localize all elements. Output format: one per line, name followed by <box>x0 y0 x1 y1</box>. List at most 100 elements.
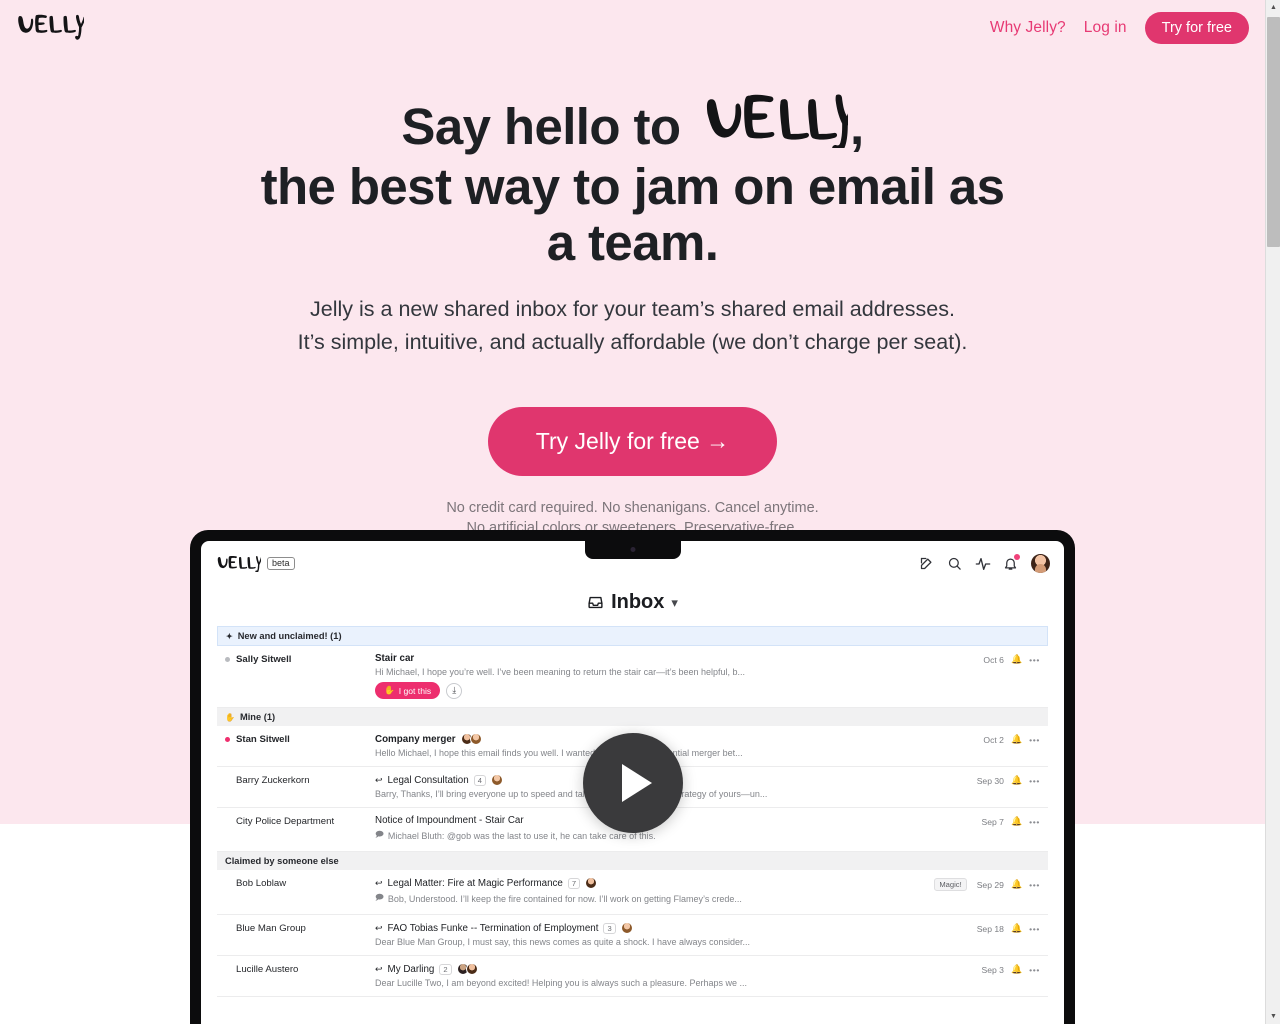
email-row[interactable]: Blue Man Group ↩ FAO Tobias Funke -- Termi… <box>217 915 1048 956</box>
more-options-icon[interactable]: ••• <box>1029 965 1040 975</box>
email-meta: Sep 7 🔔 ••• <box>981 815 1040 827</box>
label-tag[interactable]: Magic! <box>934 878 967 891</box>
email-sender: Blue Man Group <box>225 922 375 934</box>
email-subject-line: Stair car <box>375 653 983 664</box>
avatar <box>585 877 598 889</box>
bell-icon[interactable]: 🔔 <box>1011 923 1022 934</box>
email-subject: Legal Consultation <box>387 774 469 786</box>
hero-subtitle: Jelly is a new shared inbox for your tea… <box>0 293 1265 359</box>
inbox-header[interactable]: Inbox ▾ <box>201 585 1064 626</box>
hero-cta-wrap: Try Jelly for free → <box>0 407 1265 476</box>
email-date: Oct 2 <box>983 734 1004 745</box>
email-sender: Lucille Austero <box>225 963 375 975</box>
nav-try-for-free-button[interactable]: Try for free <box>1144 12 1249 44</box>
email-body: Stair car Hi Michael, I hope you’re well.… <box>375 653 983 699</box>
page-title: Say hello to , the best way to jam on em… <box>0 90 1265 271</box>
more-options-icon[interactable]: ••• <box>1029 735 1040 745</box>
sender-name: Sally Sitwell <box>236 654 292 665</box>
play-video-button[interactable] <box>582 733 683 833</box>
claim-button[interactable]: ✋ I got this <box>375 682 441 699</box>
thread-count-badge: 7 <box>567 877 581 889</box>
email-subject: My Darling <box>387 963 435 975</box>
thread-count-badge: 4 <box>473 774 486 786</box>
email-sender: Sally Sitwell <box>225 653 375 665</box>
jelly-logo[interactable] <box>14 12 86 42</box>
top-navigation: Why Jelly? Log in Try for free <box>0 0 1265 56</box>
assign-icon-button[interactable]: ⤓ <box>446 682 463 699</box>
group-header-mine[interactable]: ✋ Mine (1) <box>217 708 1048 726</box>
email-row[interactable]: Bob Loblaw ↩ Legal Matter: Fire at Magic P… <box>217 870 1048 915</box>
chevron-down-icon[interactable]: ▾ <box>671 595 678 611</box>
avatar <box>490 774 503 786</box>
preview-text: Dear Lucille Two, I am beyond excited! H… <box>375 978 748 988</box>
thread-count-badge: 3 <box>603 922 616 934</box>
email-subject-line: ↩ My Darling 2 <box>375 963 981 975</box>
laptop-mockup: beta Inbox ▾ ✦ New and unclaimed! (1) Sa… <box>190 530 1075 1024</box>
headline-line-2: the best way to jam on email as <box>260 158 1005 215</box>
unread-dot <box>225 819 230 824</box>
email-subject-line: Company merger <box>375 733 983 745</box>
inbox-icon <box>588 596 603 609</box>
email-date: Sep 7 <box>981 816 1004 827</box>
claim-actions: ✋ I got this ⤓ <box>375 682 983 699</box>
email-date: Sep 29 <box>976 879 1004 890</box>
sparkle-icon: ✦ <box>226 631 233 641</box>
email-subject: Notice of Impoundment - Stair Car <box>375 815 524 826</box>
sender-name: City Police Department <box>236 816 335 827</box>
fine-print-line-1: No credit card required. No shenanigans.… <box>446 500 819 516</box>
search-icon[interactable] <box>947 556 962 571</box>
page-scrollbar[interactable]: ▲ ▼ <box>1265 0 1280 1024</box>
comment-icon: 🗩 <box>375 893 384 902</box>
try-jelly-for-free-button[interactable]: Try Jelly for free → <box>487 407 778 476</box>
group-header-new-unclaimed[interactable]: ✦ New and unclaimed! (1) <box>217 626 1048 646</box>
bell-icon[interactable]: 🔔 <box>1011 775 1022 786</box>
more-options-icon[interactable]: ••• <box>1029 655 1040 665</box>
nav-link-login[interactable]: Log in <box>1084 19 1127 37</box>
email-subject: Stair car <box>375 653 415 664</box>
preview-text: Dear Blue Man Group, I must say, this ne… <box>375 937 751 947</box>
email-body: ↩ My Darling 2 Dear Lucille Two, I am beyon… <box>375 963 981 988</box>
email-meta: Sep 18 🔔 ••• <box>977 922 1040 934</box>
email-row[interactable]: Lucille Austero ↩ My Darling 2 Dear Lucille … <box>217 956 1048 997</box>
sender-name: Stan Sitwell <box>236 734 290 745</box>
email-sender: City Police Department <box>225 815 375 827</box>
email-subject-line: ↩ FAO Tobias Funke -- Termination of Empl… <box>375 922 977 934</box>
bell-icon[interactable]: 🔔 <box>1011 879 1022 890</box>
email-body: Notice of Impoundment - Stair Car 🗩 Michae… <box>375 815 981 843</box>
reply-arrow-icon: ↩ <box>375 922 383 933</box>
unread-dot <box>225 967 230 972</box>
avatar[interactable] <box>1031 553 1050 573</box>
headline-line-3: a team. <box>546 214 719 271</box>
sender-name: Barry Zuckerkorn <box>236 775 310 786</box>
notification-dot <box>1014 553 1020 560</box>
nav-link-why-jelly[interactable]: Why Jelly? <box>990 19 1066 37</box>
bell-icon[interactable]: 🔔 <box>1011 734 1022 745</box>
email-body: Company merger Hello Michael, I hope this… <box>375 733 983 758</box>
bell-icon[interactable]: 🔔 <box>1011 654 1022 665</box>
unread-dot <box>225 657 230 662</box>
activity-icon[interactable] <box>975 556 991 571</box>
sender-name: Bob Loblaw <box>236 878 287 889</box>
reply-arrow-icon: ↩ <box>375 877 383 888</box>
scroll-down-arrow[interactable]: ▼ <box>1266 1009 1280 1024</box>
email-preview: 🗩 Michael Bluth: @gob was the last to use… <box>375 829 981 843</box>
more-options-icon[interactable]: ••• <box>1029 817 1040 827</box>
email-row[interactable]: Sally Sitwell Stair car Hi Michael, I hope… <box>217 646 1048 708</box>
group-header-claimed-by-someone-else[interactable]: Claimed by someone else <box>217 852 1048 870</box>
more-options-icon[interactable]: ••• <box>1029 776 1040 786</box>
email-subject-line: ↩ Legal Matter: Fire at Magic Performance… <box>375 877 934 889</box>
more-options-icon[interactable]: ••• <box>1029 924 1040 934</box>
bell-icon[interactable]: 🔔 <box>1011 816 1022 827</box>
participant-avatars <box>620 922 633 934</box>
sender-name: Lucille Austero <box>236 964 299 975</box>
email-sender: Bob Loblaw <box>225 877 375 889</box>
bell-icon[interactable]: 🔔 <box>1011 964 1022 975</box>
bell-icon[interactable] <box>1003 553 1020 571</box>
email-meta: Sep 3 🔔 ••• <box>981 963 1040 975</box>
compose-icon[interactable] <box>919 556 934 571</box>
hand-icon: ✋ <box>384 685 395 695</box>
app-jelly-logo[interactable] <box>215 554 263 573</box>
more-options-icon[interactable]: ••• <box>1029 880 1040 890</box>
scroll-up-arrow[interactable]: ▲ <box>1266 0 1280 15</box>
scrollbar-thumb[interactable] <box>1267 17 1280 247</box>
